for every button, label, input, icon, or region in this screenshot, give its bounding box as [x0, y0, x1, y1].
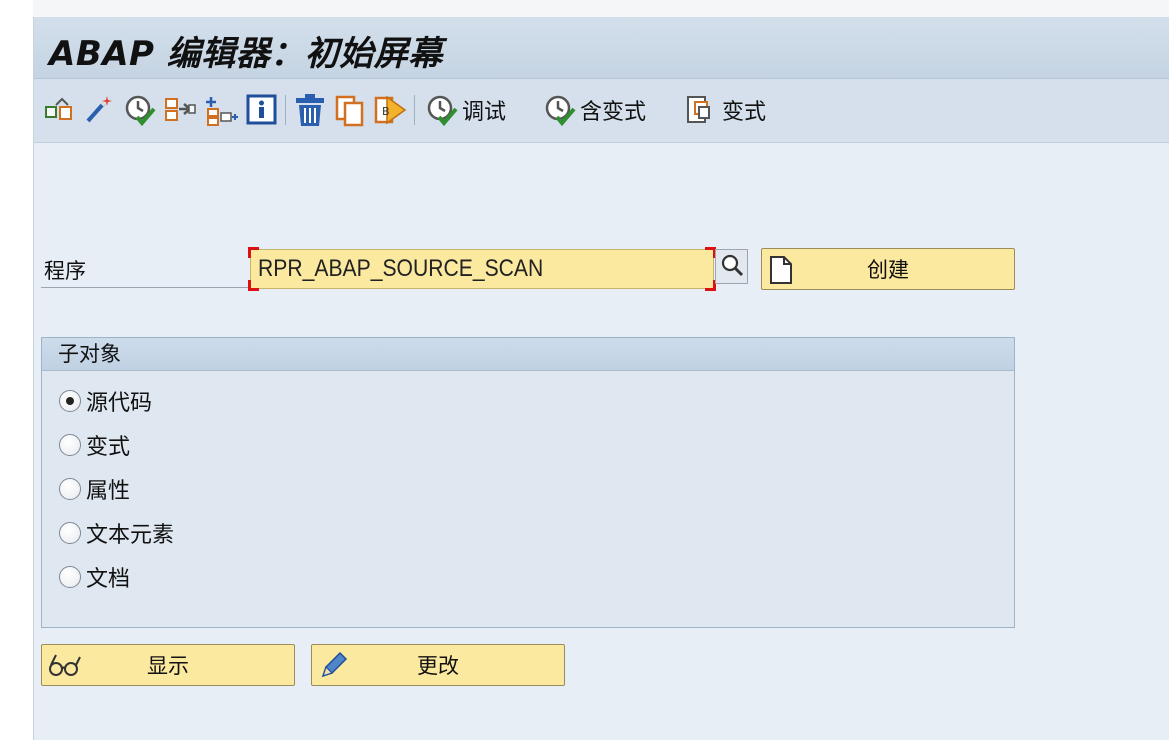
radio-source-code[interactable]: 源代码 — [59, 386, 152, 416]
svg-text:B: B — [382, 105, 390, 118]
glasses-icon — [48, 651, 82, 683]
radio-label: 文本元素 — [86, 523, 175, 548]
program-label: 程序 — [44, 259, 86, 283]
copy-icon — [334, 93, 368, 127]
subobjects-group: 子对象 源代码 变式 属性 文本元素 文档 — [41, 337, 1015, 628]
delete-icon — [293, 92, 327, 128]
radio-label: 文档 — [86, 567, 131, 592]
info-button[interactable] — [246, 92, 278, 128]
variant-execute-icon — [543, 93, 577, 127]
magic-wand-icon — [82, 93, 114, 127]
change-label: 更改 — [417, 654, 459, 678]
radio-attributes[interactable]: 属性 — [59, 474, 130, 504]
required-marker — [248, 280, 259, 291]
new-document-icon — [768, 255, 794, 289]
execute-with-variant-button[interactable]: 含变式 — [543, 92, 646, 128]
toolbar-separator — [414, 95, 415, 125]
title-bar: ABAP 编辑器：初始屏幕 — [34, 17, 1169, 79]
debug-icon — [425, 93, 459, 127]
variants-label: 变式 — [722, 100, 767, 125]
other-object-button[interactable] — [44, 92, 76, 128]
variants-icon — [685, 93, 719, 127]
variants-button[interactable]: 变式 — [685, 92, 766, 128]
other-object-icon — [44, 93, 76, 127]
debugging-button[interactable]: 调试 — [425, 92, 506, 128]
pretty-printer-button[interactable] — [82, 92, 114, 128]
required-marker — [248, 247, 259, 258]
create-button[interactable]: 创建 — [761, 248, 1015, 290]
object-list-button[interactable] — [205, 92, 239, 128]
value-help-button[interactable] — [715, 249, 748, 284]
subobjects-title: 子对象 — [42, 338, 1014, 371]
search-icon — [720, 253, 744, 281]
pencil-icon — [318, 651, 348, 685]
check-button[interactable] — [123, 92, 157, 128]
radio-button[interactable] — [59, 478, 81, 500]
execute-icon: B — [373, 93, 409, 127]
radio-button[interactable] — [59, 390, 81, 412]
delete-button[interactable] — [293, 92, 327, 128]
top-strip — [0, 0, 1169, 18]
info-icon — [246, 93, 278, 127]
radio-label: 变式 — [86, 435, 131, 460]
radio-button[interactable] — [59, 434, 81, 456]
page-title: ABAP 编辑器：初始屏幕 — [49, 34, 443, 74]
execute-button[interactable]: B — [373, 92, 409, 128]
debugging-label: 调试 — [462, 100, 507, 125]
where-used-button[interactable] — [163, 92, 197, 128]
program-input-box — [248, 247, 716, 291]
where-used-icon — [163, 93, 197, 127]
radio-selected-dot — [66, 397, 74, 405]
copy-button[interactable] — [334, 92, 368, 128]
radio-label: 源代码 — [86, 391, 153, 416]
label-underline — [41, 287, 251, 288]
radio-documentation[interactable]: 文档 — [59, 562, 130, 592]
sap-window: ABAP 编辑器：初始屏幕 B 调试 含变式 变式 程序 RPR_ABAP_SO… — [33, 17, 1169, 740]
check-icon — [123, 93, 157, 127]
with-variant-label: 含变式 — [580, 100, 647, 125]
change-button[interactable]: 更改 — [311, 644, 565, 686]
object-list-icon — [205, 93, 239, 127]
toolbar-separator — [285, 95, 286, 125]
radio-label: 属性 — [86, 479, 131, 504]
display-button[interactable]: 显示 — [41, 644, 295, 686]
create-label: 创建 — [867, 258, 909, 282]
radio-button[interactable] — [59, 522, 81, 544]
program-input[interactable] — [251, 250, 658, 288]
radio-variants[interactable]: 变式 — [59, 430, 130, 460]
radio-text-elements[interactable]: 文本元素 — [59, 518, 174, 548]
radio-button[interactable] — [59, 566, 81, 588]
application-toolbar: B 调试 含变式 变式 — [34, 79, 1169, 143]
left-strip — [0, 0, 33, 740]
